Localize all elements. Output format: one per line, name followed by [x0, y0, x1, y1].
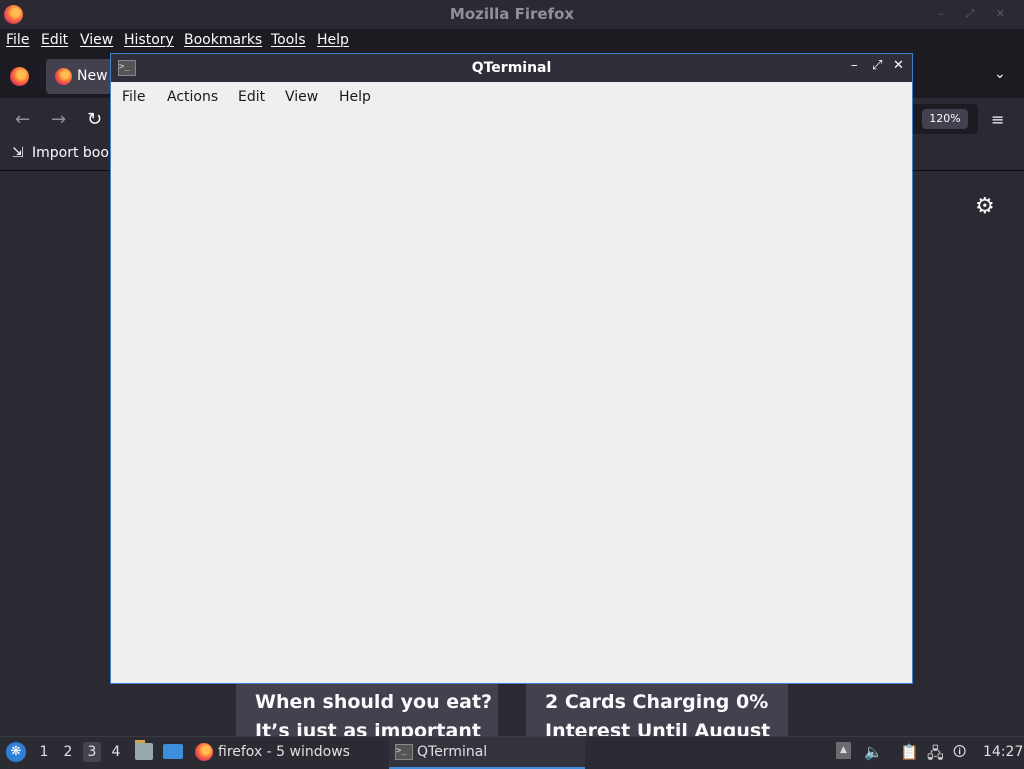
workspace-4[interactable]: 4: [107, 744, 125, 760]
update-icon[interactable]: 🛈: [953, 743, 966, 765]
maximize-icon[interactable]: ⤢: [872, 58, 882, 73]
qterminal-window-title: QTerminal: [471, 60, 552, 76]
sponsored-card[interactable]: 2 Cards Charging 0% Interest Until Augus…: [526, 684, 788, 736]
network-icon[interactable]: 🖧: [927, 743, 944, 768]
reload-icon[interactable]: ↻: [87, 109, 102, 130]
ff-menu-bookmarks[interactable]: Bookmarks: [184, 32, 262, 48]
hamburger-menu-icon[interactable]: ≡: [991, 110, 1004, 129]
tab-favicon-icon: [55, 68, 72, 85]
firefox-task-icon: [195, 743, 213, 761]
minimize-icon[interactable]: –: [851, 58, 858, 73]
task-firefox[interactable]: firefox - 5 windows: [218, 744, 350, 760]
gear-icon[interactable]: ⚙: [975, 194, 995, 219]
qt-menu-edit[interactable]: Edit: [238, 89, 265, 105]
ff-menu-tools[interactable]: Tools: [271, 32, 306, 48]
tray-expand-icon[interactable]: ▲: [836, 742, 851, 759]
sponsored-card-text: When should you eat? It’s just as import…: [255, 691, 493, 736]
ff-menu-history[interactable]: History: [124, 32, 174, 48]
terminal-icon: >_: [395, 744, 413, 760]
volume-icon[interactable]: 🔈: [864, 743, 883, 761]
firefox-view-button[interactable]: [10, 67, 29, 86]
start-menu-button[interactable]: ❋: [6, 742, 26, 762]
sponsored-card[interactable]: When should you eat? It’s just as import…: [236, 684, 498, 736]
ff-menu-view[interactable]: View: [80, 32, 113, 48]
workspace-2[interactable]: 2: [59, 744, 77, 760]
qt-menu-help[interactable]: Help: [339, 89, 371, 105]
qt-menu-view[interactable]: View: [285, 89, 318, 105]
tab-list-chevron-icon[interactable]: ⌄: [994, 66, 1006, 82]
terminal-area[interactable]: [111, 112, 912, 683]
qt-menu-actions[interactable]: Actions: [167, 89, 218, 105]
back-arrow-icon[interactable]: ←: [15, 109, 30, 130]
ff-menu-help[interactable]: Help: [317, 32, 349, 48]
task-qterminal-label: QTerminal: [417, 744, 488, 760]
file-manager-icon[interactable]: [135, 743, 153, 760]
ff-menu-edit[interactable]: Edit: [41, 32, 68, 48]
forward-arrow-icon[interactable]: →: [51, 109, 66, 130]
clock[interactable]: 14:27: [983, 744, 1023, 760]
firefox-window-title: Mozilla Firefox: [449, 5, 575, 23]
clipboard-icon[interactable]: 📋: [900, 743, 919, 761]
firefox-window-controls[interactable]: – ⤢ ✕: [938, 7, 1014, 21]
close-icon[interactable]: ✕: [893, 58, 904, 73]
workspace-3[interactable]: 3: [83, 742, 101, 762]
import-icon: ⇲: [12, 145, 24, 161]
sponsored-card-text: 2 Cards Charging 0% Interest Until Augus…: [545, 691, 771, 736]
qterminal-menubar: [111, 82, 912, 112]
qt-menu-file[interactable]: File: [122, 89, 145, 105]
import-bookmarks-button[interactable]: Import book: [32, 145, 117, 161]
desktop-folder-icon[interactable]: [163, 744, 183, 759]
tab-label: New: [77, 68, 108, 84]
zoom-level-button[interactable]: 120%: [922, 109, 968, 129]
ff-menu-file[interactable]: File: [6, 32, 29, 48]
workspace-1[interactable]: 1: [35, 744, 53, 760]
qterminal-window: >_ QTerminal – ⤢ ✕ File Actions Edit Vie…: [110, 53, 913, 684]
